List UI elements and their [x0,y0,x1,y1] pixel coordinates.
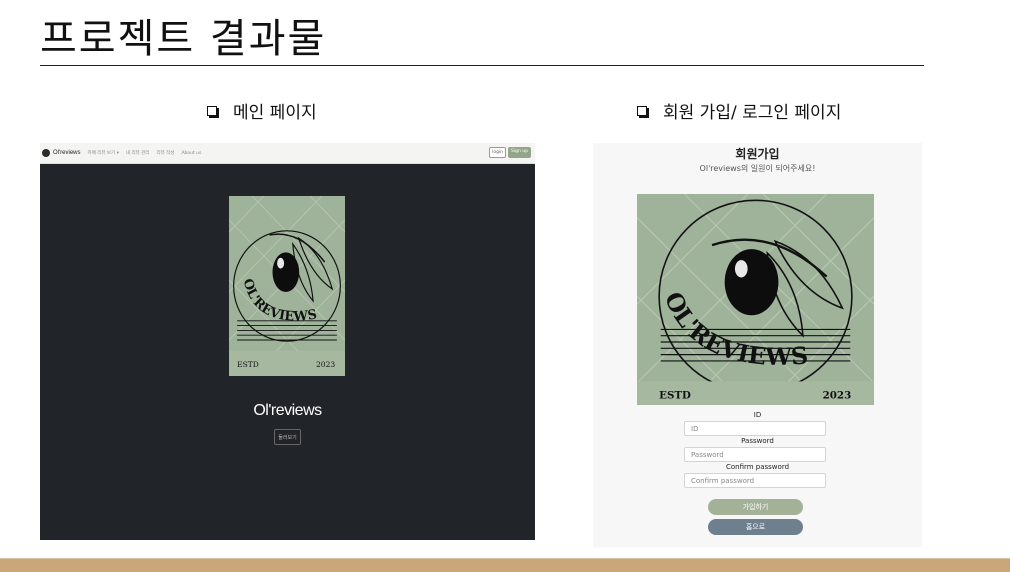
nav-link-about[interactable]: About us [181,151,201,156]
logo-year: 2023 [316,360,335,369]
logo-estd-large: ESTD [659,390,691,402]
main-page-screenshot: Ol'reviews 카페 리뷰 보기 ▾ 내 리뷰 관리 리뷰 작성 Abou… [40,143,535,540]
browse-button[interactable]: 둘러보기 [274,429,301,445]
olreviews-logo-large: OL'REVIEWS ESTD 2023 [637,194,874,405]
section-label-signup: 회원 가입/ 로그인 페이지 [637,98,841,123]
logo-year-large: 2023 [823,390,852,402]
hero-title: Ol'reviews [253,402,322,419]
id-input[interactable]: ID [684,421,826,436]
signup-page-screenshot: 회원가입 Ol'reviews의 일원이 되어주세요! OL'REVIEWS E… [593,143,922,547]
slide-title: 프로젝트 결과물 [40,16,327,62]
password-input[interactable]: Password [684,447,826,462]
title-divider [40,65,924,66]
footer-bar [0,558,1010,572]
login-button[interactable]: login [489,147,507,158]
section-label-main-text: 메인 페이지 [233,103,317,123]
logo-estd: ESTD [237,360,259,369]
main-navbar: Ol'reviews 카페 리뷰 보기 ▾ 내 리뷰 관리 리뷰 작성 Abou… [40,143,535,164]
nav-link-write-review[interactable]: 리뷰 작성 [156,150,174,156]
join-button[interactable]: 가입하기 [708,499,803,515]
id-label: ID [753,411,762,419]
square-bullet-icon [207,105,217,116]
olreviews-logo: OL'REVIEWS ESTD 2023 [229,196,345,376]
olive-emblem-icon: OL'REVIEWS ESTD 2023 [229,196,345,376]
square-bullet-icon [637,105,647,116]
signup-title: 회원가입 [735,147,780,161]
confirm-password-label: Confirm password [725,463,790,471]
section-label-signup-text: 회원 가입/ 로그인 페이지 [663,103,842,123]
signup-button[interactable]: Sign up [508,147,531,158]
nav-brand[interactable]: Ol'reviews [53,150,80,156]
nav-auth-buttons: login Sign up [489,147,531,158]
section-label-main: 메인 페이지 [207,98,317,123]
nav-link-my-reviews[interactable]: 내 리뷰 관리 [126,150,150,156]
password-label: Password [741,437,774,445]
nav-link-cafe-reviews[interactable]: 카페 리뷰 보기 ▾ [87,150,118,156]
olive-emblem-icon: OL'REVIEWS ESTD 2023 [637,194,874,405]
olive-logo-icon[interactable] [42,149,50,157]
home-button[interactable]: 홈으로 [708,519,803,535]
confirm-password-input[interactable]: Confirm password [684,473,826,488]
signup-subtitle: Ol'reviews의 일원이 되어주세요! [699,164,816,173]
